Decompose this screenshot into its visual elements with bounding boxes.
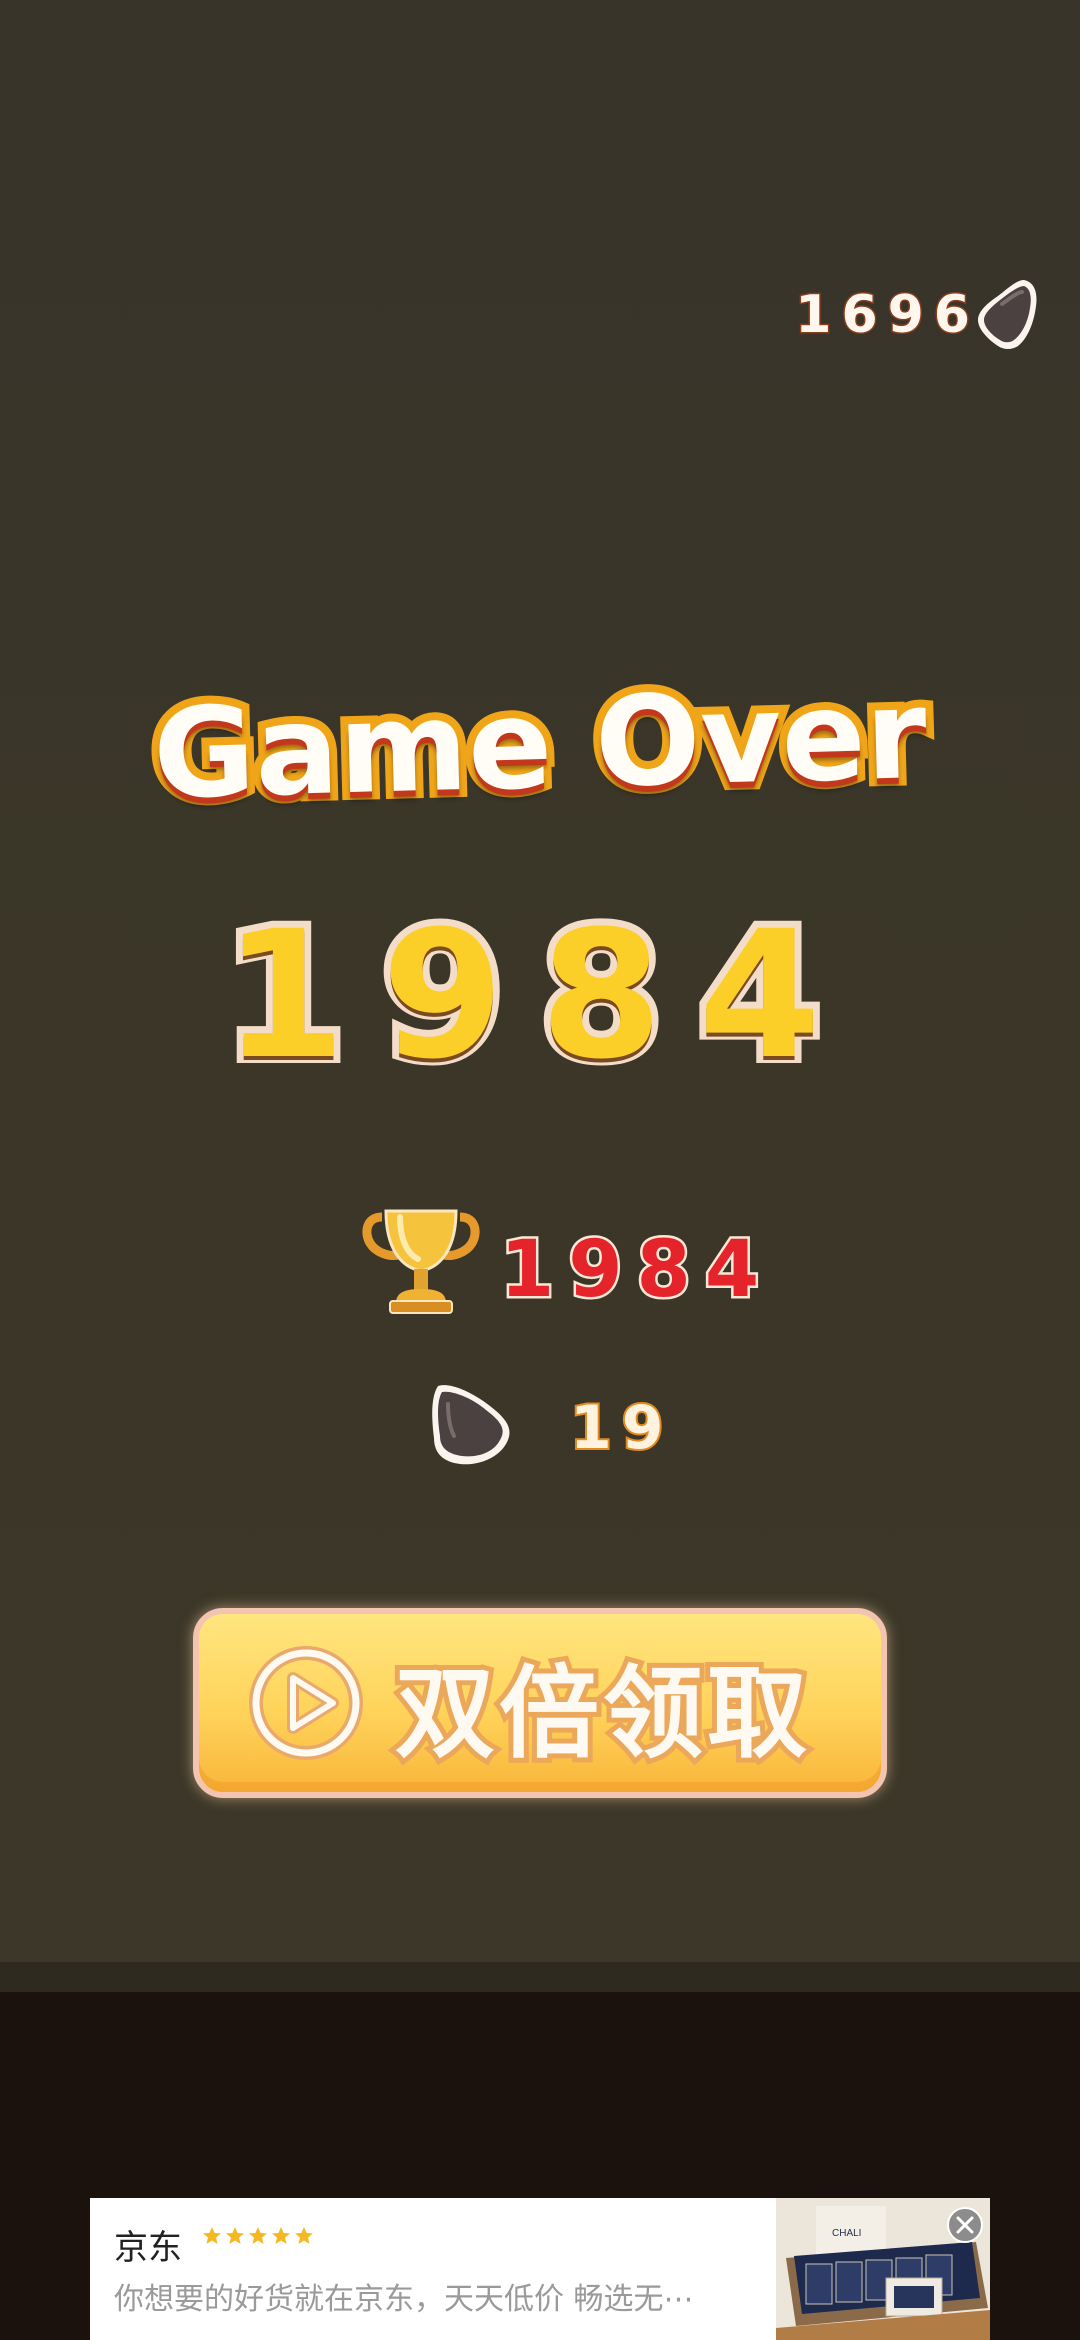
final-score: 1984 [216,886,857,1105]
star-icon [249,2227,267,2244]
coin-total: 1696 [794,284,980,347]
ad-banner[interactable]: 京东 你想要的好货就在京东，天天低价 畅选无⋯ CHALI [90,2198,990,2340]
game-over-title: Game Over [144,655,937,835]
coin-icon [432,1385,510,1465]
close-icon[interactable] [946,2206,984,2244]
trophy-icon [362,1209,480,1314]
coin-icon [978,280,1037,349]
star-icon [272,2227,290,2244]
coins-earned: 19 [568,1391,674,1465]
ad-image-brand: CHALI [832,2228,861,2239]
star-icon [295,2227,313,2244]
bottom-divider [0,1962,1080,1992]
ad-description: 你想要的好货就在京东，天天低价 畅选无⋯ [114,2282,694,2317]
double-reward-label: 双倍领取 [390,1650,812,1777]
play-circle-icon [249,1646,363,1760]
ad-rating [202,2226,314,2246]
best-score: 1984 [498,1223,774,1318]
star-icon [203,2227,221,2244]
ad-brand: 京东 [114,2228,182,2268]
double-reward-button[interactable]: 双倍领取 [193,1608,887,1798]
star-icon [226,2227,244,2244]
